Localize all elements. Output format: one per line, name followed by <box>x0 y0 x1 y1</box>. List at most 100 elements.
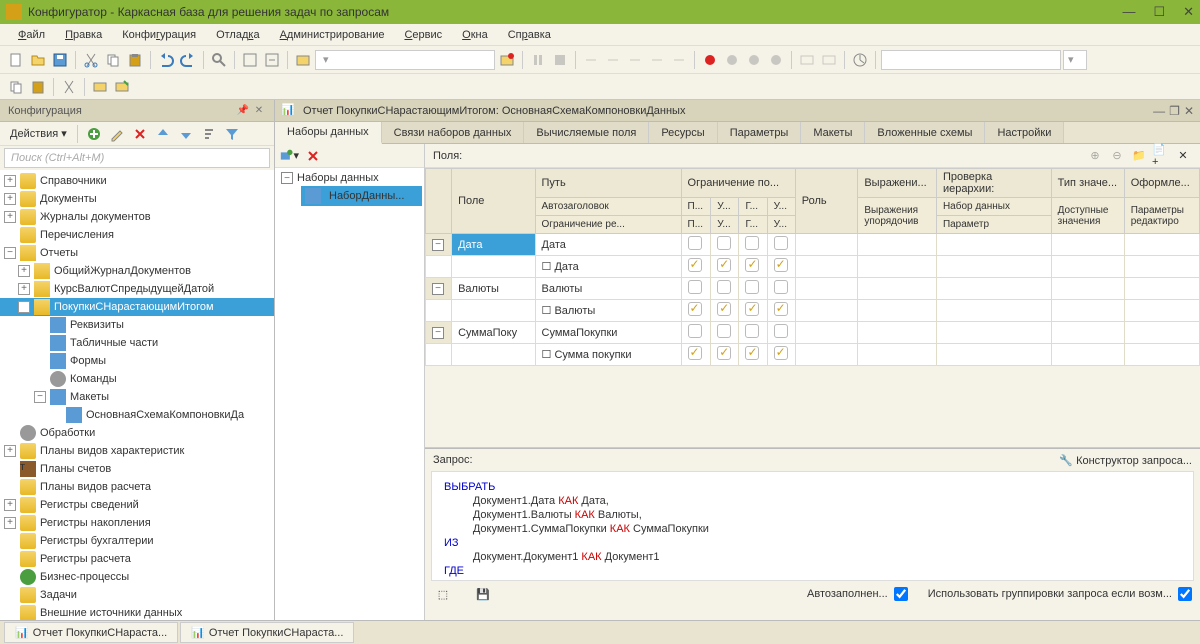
f-new-icon[interactable]: 📄+ <box>1152 147 1170 165</box>
toggle2-icon[interactable] <box>262 50 282 70</box>
tree-docs[interactable]: +Документы <box>0 190 274 208</box>
open-icon[interactable] <box>28 50 48 70</box>
ds-root[interactable]: −Наборы данных <box>277 170 422 186</box>
toggle1-icon[interactable] <box>240 50 260 70</box>
save-icon[interactable] <box>50 50 70 70</box>
f-x-icon[interactable]: ✕ <box>1174 147 1192 165</box>
new-icon[interactable] <box>6 50 26 70</box>
doc-close-icon[interactable]: ✕ <box>1184 104 1194 118</box>
tree-rep1[interactable]: +ОбщийЖурналДокументов <box>0 262 274 280</box>
close-button[interactable]: ✕ <box>1183 4 1194 20</box>
tb2-ext-icon[interactable] <box>90 77 110 97</box>
search-dropdown[interactable] <box>881 50 1061 70</box>
col-type[interactable]: Тип значе... <box>1051 169 1124 198</box>
tree-inforeg[interactable]: +Регистры сведений <box>0 496 274 514</box>
field-row-0-sub[interactable]: ☐ Дата <box>426 256 1200 278</box>
query-text[interactable]: ВЫБРАТЬ Документ1.Дата КАК Дата, Докумен… <box>431 471 1194 581</box>
tree-enums[interactable]: Перечисления <box>0 226 274 244</box>
bp1-icon[interactable] <box>700 50 720 70</box>
menu-service[interactable]: Сервис <box>396 27 450 43</box>
query-save-icon[interactable]: 💾 <box>473 584 493 604</box>
debug1-icon[interactable] <box>497 50 517 70</box>
tree-rep2[interactable]: +КурсВалютСпредыдущейДатой <box>0 280 274 298</box>
step5-icon[interactable] <box>669 50 689 70</box>
tree-accumreg[interactable]: +Регистры накопления <box>0 514 274 532</box>
step4-icon[interactable] <box>647 50 667 70</box>
minimize-button[interactable]: — <box>1122 4 1135 20</box>
col-path[interactable]: Путь <box>535 169 681 198</box>
menu-windows[interactable]: Окна <box>454 27 496 43</box>
undo-icon[interactable] <box>156 50 176 70</box>
tree-accreg[interactable]: Регистры бухгалтерии <box>0 532 274 550</box>
sort-icon[interactable] <box>199 124 219 144</box>
edit-icon[interactable] <box>107 124 127 144</box>
tb2-copy-icon[interactable] <box>6 77 26 97</box>
panel-pin-icon[interactable]: 📌 <box>236 104 250 118</box>
field-row-1[interactable]: − ВалютыВалюты <box>426 278 1200 300</box>
menu-admin[interactable]: Администрирование <box>272 27 393 43</box>
up-icon[interactable] <box>153 124 173 144</box>
copy-icon[interactable] <box>103 50 123 70</box>
col-format[interactable]: Оформле... <box>1124 169 1199 198</box>
col-role[interactable]: Роль <box>795 169 858 234</box>
tree-charchar[interactable]: +Планы видов характеристик <box>0 442 274 460</box>
menu-debug[interactable]: Отладка <box>208 27 268 43</box>
tree-proc[interactable]: Обработки <box>0 424 274 442</box>
tree-reports[interactable]: −Отчеты <box>0 244 274 262</box>
redo-icon[interactable] <box>178 50 198 70</box>
tree-scheme[interactable]: ОсновнаяСхемаКомпоновкиДа <box>0 406 274 424</box>
f-add-icon[interactable]: ⊕ <box>1086 147 1104 165</box>
col-hier[interactable]: Проверка иерархии: <box>936 169 1051 198</box>
menu-file[interactable]: Файл <box>10 27 53 43</box>
stop-icon[interactable] <box>550 50 570 70</box>
tab-datasets[interactable]: Наборы данных <box>275 122 382 144</box>
doc-min-icon[interactable]: — <box>1153 104 1165 118</box>
doc-restore-icon[interactable]: ❐ <box>1169 104 1180 118</box>
cut-icon[interactable] <box>81 50 101 70</box>
tree-calcreg[interactable]: Регистры расчета <box>0 550 274 568</box>
col-field[interactable]: Поле <box>452 169 535 234</box>
tab-res[interactable]: Ресурсы <box>649 122 717 143</box>
tree-accplans[interactable]: тПланы счетов <box>0 460 274 478</box>
step2-icon[interactable] <box>603 50 623 70</box>
tab-settings[interactable]: Настройки <box>985 122 1064 143</box>
tab-nested[interactable]: Вложенные схемы <box>865 122 985 143</box>
paste-icon[interactable] <box>125 50 145 70</box>
tree-calcplans[interactable]: Планы видов расчета <box>0 478 274 496</box>
tab-params[interactable]: Параметры <box>718 122 802 143</box>
down-icon[interactable] <box>176 124 196 144</box>
tb2-cut2-icon[interactable] <box>59 77 79 97</box>
tree-req[interactable]: Реквизиты <box>0 316 274 334</box>
maximize-button[interactable]: ☐ <box>1153 4 1165 20</box>
delete-icon[interactable] <box>130 124 150 144</box>
tree-ext[interactable]: Внешние источники данных <box>0 604 274 620</box>
field-row-2[interactable]: − СуммаПокуСуммаПокупки <box>426 322 1200 344</box>
run-icon[interactable] <box>293 50 313 70</box>
query-constructor-button[interactable]: 🔧 Конструктор запроса... <box>1059 454 1192 467</box>
step3-icon[interactable] <box>625 50 645 70</box>
tree-journals[interactable]: +Журналы документов <box>0 208 274 226</box>
search-dropdown-btn[interactable]: ▾ <box>1063 50 1087 70</box>
f-folder-icon[interactable]: 📁 <box>1130 147 1148 165</box>
col-expr[interactable]: Выражени... <box>858 169 937 198</box>
bp2-icon[interactable] <box>722 50 742 70</box>
f-del-icon[interactable]: ⊖ <box>1108 147 1126 165</box>
field-row-0[interactable]: − ДатаДата <box>426 234 1200 256</box>
add-icon[interactable] <box>84 124 104 144</box>
bp3-icon[interactable] <box>744 50 764 70</box>
tree-bp[interactable]: Бизнес-процессы <box>0 568 274 586</box>
run-mode-dropdown[interactable]: ▾ <box>315 50 495 70</box>
bottom-tab-2[interactable]: 📊 Отчет ПокупкиСНараста... <box>180 622 354 643</box>
tree-tasks[interactable]: Задачи <box>0 586 274 604</box>
pause-icon[interactable] <box>528 50 548 70</box>
tab-tmpl[interactable]: Макеты <box>801 122 865 143</box>
field-row-1-sub[interactable]: ☐ Валюты <box>426 300 1200 322</box>
panel-close-icon[interactable]: ✕ <box>252 104 266 118</box>
find-icon[interactable] <box>209 50 229 70</box>
tab-links[interactable]: Связи наборов данных <box>382 122 525 143</box>
field-row-2-sub[interactable]: ☐ Сумма покупки <box>426 344 1200 366</box>
tree-rep3[interactable]: −ПокупкиСНарастающимИтогом <box>0 298 274 316</box>
tree-refs[interactable]: +Справочники <box>0 172 274 190</box>
bottom-tab-1[interactable]: 📊 Отчет ПокупкиСНараста... <box>4 622 178 643</box>
watch1-icon[interactable] <box>797 50 817 70</box>
